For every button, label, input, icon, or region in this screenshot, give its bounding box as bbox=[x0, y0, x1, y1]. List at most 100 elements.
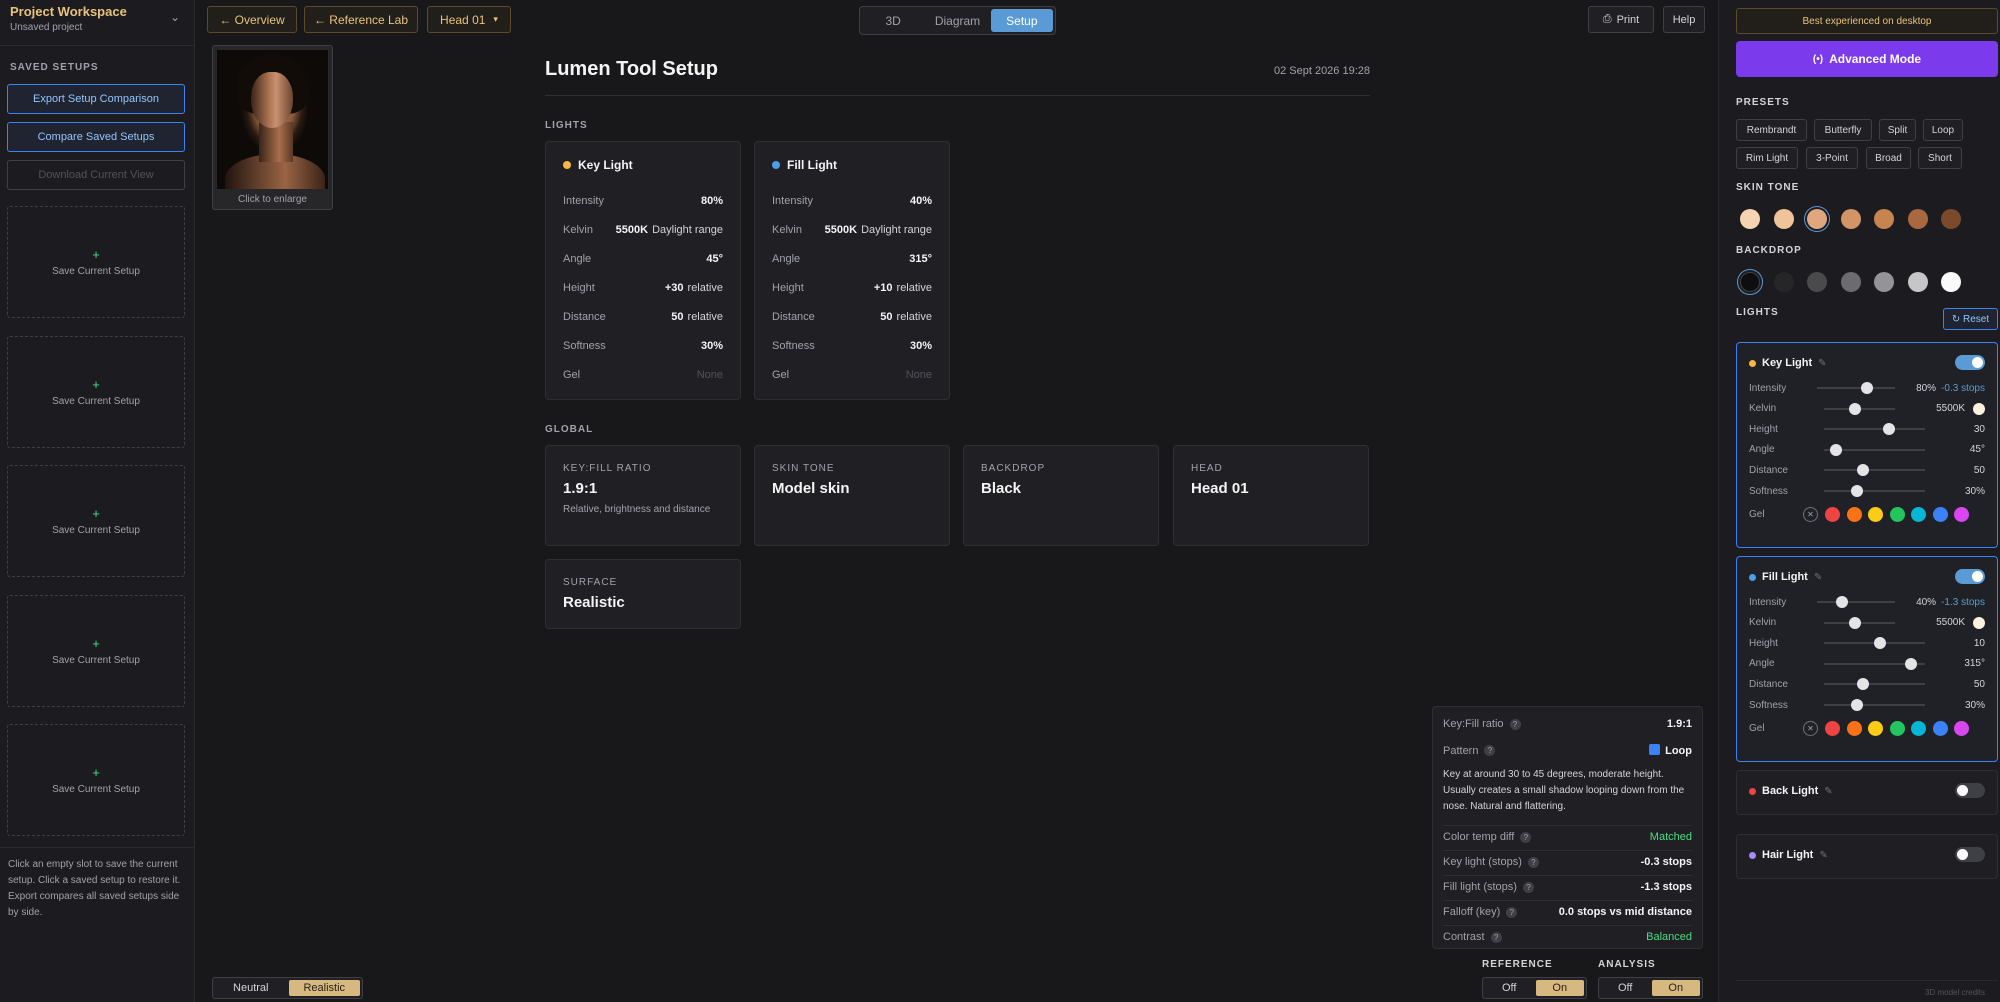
preset-short[interactable]: Short bbox=[1918, 147, 1962, 169]
head-select[interactable]: Head 01 ▾ bbox=[427, 6, 511, 33]
backdrop-swatch[interactable] bbox=[1840, 272, 1861, 292]
key-light-toggle[interactable] bbox=[1955, 355, 1985, 370]
slider-knob[interactable] bbox=[1850, 699, 1863, 711]
slider-knob[interactable] bbox=[1850, 485, 1863, 497]
gel-swatch[interactable] bbox=[1868, 506, 1883, 522]
gel-swatch[interactable] bbox=[1889, 720, 1905, 736]
gel-swatch[interactable] bbox=[1825, 506, 1840, 522]
slider-knob[interactable] bbox=[1857, 678, 1870, 691]
gel-swatch[interactable] bbox=[1954, 720, 1969, 736]
slider-track[interactable] bbox=[1824, 683, 1925, 686]
slider-knob[interactable] bbox=[1904, 657, 1917, 670]
skin-tone-swatch[interactable] bbox=[1807, 209, 1827, 229]
gel-swatch[interactable] bbox=[1868, 720, 1883, 736]
hair-light-toggle[interactable] bbox=[1955, 847, 1985, 862]
slider-knob[interactable] bbox=[1830, 443, 1843, 456]
reference-photo[interactable] bbox=[217, 50, 328, 189]
gel-swatch[interactable] bbox=[1911, 720, 1926, 736]
reference-lab-button[interactable]: ← Reference Lab bbox=[304, 6, 418, 33]
fill-light-toggle[interactable] bbox=[1955, 569, 1985, 584]
save-slot[interactable]: + Save Current Setup bbox=[7, 206, 185, 318]
slider-track[interactable] bbox=[1817, 601, 1895, 603]
export-setup-comparison-button[interactable]: Export Setup Comparison bbox=[7, 84, 185, 114]
help-icon[interactable]: ? bbox=[1484, 745, 1496, 756]
help-icon[interactable]: ? bbox=[1506, 906, 1518, 918]
compare-saved-setups-button[interactable]: Compare Saved Setups bbox=[7, 122, 185, 152]
edit-icon[interactable]: ✎ bbox=[1819, 850, 1827, 861]
analysis-off-option[interactable]: Off bbox=[1601, 980, 1650, 996]
save-slot[interactable]: + Save Current Setup bbox=[7, 595, 185, 707]
preset-rembrandt[interactable]: Rembrandt bbox=[1736, 119, 1807, 141]
slider-knob[interactable] bbox=[1873, 637, 1886, 650]
gel-swatch[interactable] bbox=[1825, 720, 1840, 736]
advanced-mode-button[interactable]: (•) Advanced Mode bbox=[1736, 41, 1998, 77]
slider-knob[interactable] bbox=[1857, 464, 1870, 477]
skin-tone-swatch[interactable] bbox=[1874, 209, 1894, 229]
skin-tone-swatch[interactable] bbox=[1907, 209, 1928, 229]
slider-knob[interactable] bbox=[1860, 382, 1873, 394]
surface-realistic-option[interactable]: Realistic bbox=[288, 980, 360, 996]
tab-diagram[interactable]: Diagram bbox=[926, 9, 988, 32]
gel-swatch[interactable] bbox=[1846, 506, 1862, 522]
backdrop-swatch[interactable] bbox=[1874, 272, 1894, 292]
model-credits-link[interactable]: 3D model credits bbox=[1925, 988, 1985, 997]
preset-loop[interactable]: Loop bbox=[1923, 119, 1963, 141]
skin-tone-swatch[interactable] bbox=[1773, 209, 1794, 229]
reference-on-option[interactable]: On bbox=[1535, 980, 1584, 996]
save-slot[interactable]: + Save Current Setup bbox=[7, 465, 185, 577]
preset-rim-light[interactable]: Rim Light bbox=[1736, 147, 1798, 169]
edit-icon[interactable]: ✎ bbox=[1818, 358, 1826, 369]
help-button[interactable]: Help bbox=[1663, 6, 1705, 33]
gel-swatch[interactable] bbox=[1911, 506, 1926, 522]
tab-3d[interactable]: 3D bbox=[862, 9, 924, 32]
preset-butterfly[interactable]: Butterfly bbox=[1814, 119, 1872, 141]
download-current-view-button[interactable]: Download Current View bbox=[7, 160, 185, 190]
edit-icon[interactable]: ✎ bbox=[1814, 572, 1822, 583]
reset-button[interactable]: ↻ Reset bbox=[1943, 308, 1998, 330]
backdrop-swatch[interactable] bbox=[1907, 272, 1928, 292]
slider-track[interactable] bbox=[1824, 490, 1925, 492]
slider-track[interactable] bbox=[1817, 387, 1895, 389]
chevron-down-icon[interactable]: ⌄ bbox=[170, 10, 180, 24]
help-icon[interactable]: ? bbox=[1490, 931, 1502, 943]
help-icon[interactable]: ? bbox=[1527, 856, 1539, 868]
gel-swatch[interactable] bbox=[1889, 506, 1905, 522]
skin-tone-swatch[interactable] bbox=[1740, 209, 1760, 229]
reference-photo-card[interactable]: Click to enlarge bbox=[212, 45, 333, 210]
backdrop-swatch[interactable] bbox=[1807, 272, 1827, 292]
edit-icon[interactable]: ✎ bbox=[1824, 786, 1832, 797]
slider-track[interactable] bbox=[1824, 469, 1925, 472]
backdrop-swatch[interactable] bbox=[1773, 272, 1794, 292]
help-icon[interactable]: ? bbox=[1522, 881, 1534, 893]
preset-broad[interactable]: Broad bbox=[1866, 147, 1911, 169]
analysis-on-option[interactable]: On bbox=[1651, 980, 1700, 996]
overview-button[interactable]: ← Overview bbox=[207, 6, 297, 33]
print-button[interactable]: ⎙ Print bbox=[1588, 6, 1654, 33]
preset-split[interactable]: Split bbox=[1879, 119, 1916, 141]
save-slot[interactable]: + Save Current Setup bbox=[7, 336, 185, 448]
gel-none-icon[interactable]: ✕ bbox=[1803, 720, 1818, 736]
backdrop-swatch[interactable] bbox=[1740, 272, 1760, 292]
help-icon[interactable]: ? bbox=[1520, 831, 1532, 843]
skin-tone-swatch[interactable] bbox=[1941, 209, 1961, 229]
gel-swatch[interactable] bbox=[1954, 506, 1969, 522]
preset-3-point[interactable]: 3-Point bbox=[1806, 147, 1858, 169]
surface-neutral-option[interactable]: Neutral bbox=[215, 980, 287, 996]
skin-tone-swatch[interactable] bbox=[1840, 209, 1861, 229]
reference-off-option[interactable]: Off bbox=[1485, 980, 1534, 996]
tab-setup[interactable]: Setup bbox=[990, 9, 1053, 32]
project-title[interactable]: Project Workspace bbox=[10, 4, 127, 19]
gel-swatch[interactable] bbox=[1932, 506, 1948, 522]
gel-swatch[interactable] bbox=[1932, 720, 1948, 736]
slider-track[interactable] bbox=[1824, 704, 1925, 706]
slider-track[interactable] bbox=[1824, 428, 1925, 431]
slider-knob[interactable] bbox=[1835, 596, 1848, 608]
save-slot[interactable]: + Save Current Setup bbox=[7, 724, 185, 836]
help-icon[interactable]: ? bbox=[1509, 718, 1521, 730]
slider-knob[interactable] bbox=[1848, 402, 1861, 415]
gel-none-icon[interactable]: ✕ bbox=[1803, 506, 1818, 522]
gel-swatch[interactable] bbox=[1846, 720, 1862, 736]
back-light-toggle[interactable] bbox=[1955, 783, 1985, 798]
slider-knob[interactable] bbox=[1882, 423, 1895, 436]
backdrop-swatch[interactable] bbox=[1941, 272, 1961, 292]
